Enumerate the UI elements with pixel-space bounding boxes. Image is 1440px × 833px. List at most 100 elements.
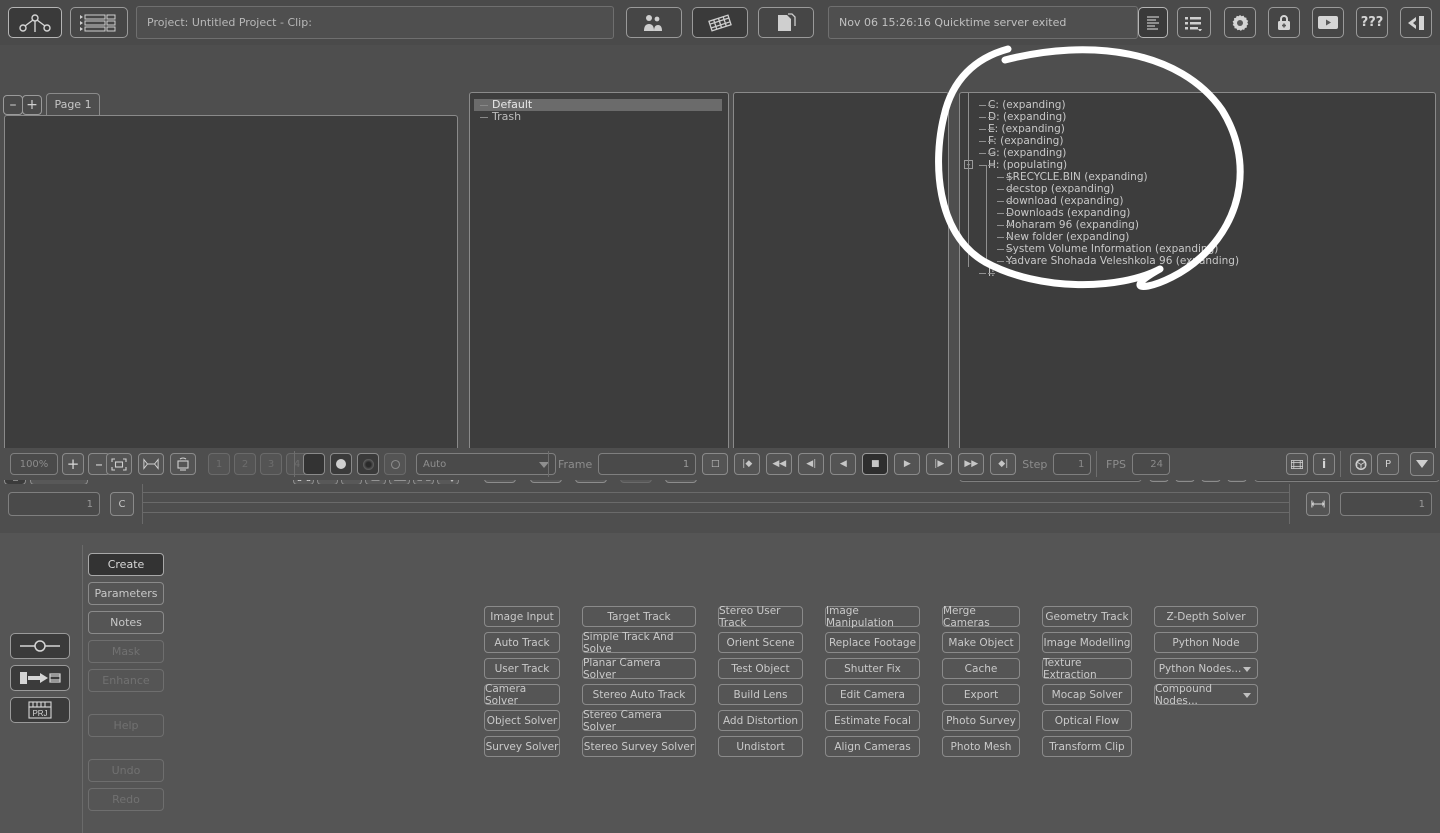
file-tree-row[interactable]: Moharam 96 (expanding) — [980, 219, 1435, 231]
node-button-cache[interactable]: Cache — [942, 658, 1020, 679]
goto-in-button[interactable]: |◆ — [734, 453, 761, 475]
node-button-align-cameras[interactable]: Align Cameras — [825, 736, 920, 757]
node-button-geometry-track[interactable]: Geometry Track — [1042, 606, 1132, 627]
node-button-auto-track[interactable]: Auto Track — [484, 632, 560, 653]
node-button-make-object[interactable]: Make Object — [942, 632, 1020, 653]
film-icon[interactable] — [692, 7, 748, 38]
node-button-python-nodes[interactable]: Python Nodes... — [1154, 658, 1258, 679]
mode-button-notes[interactable]: Notes — [88, 611, 164, 634]
mode-button-create[interactable]: Create — [88, 553, 164, 576]
node-button-shutter-fix[interactable]: Shutter Fix — [825, 658, 920, 679]
fps-input[interactable]: 24 — [1131, 453, 1170, 475]
file-tree-row[interactable]: $RECYCLE.BIN (expanding) — [980, 171, 1435, 183]
help-icon[interactable]: ??? — [1356, 7, 1388, 38]
project-title-field[interactable]: Project: Untitled Project - Clip: — [136, 6, 614, 39]
mode-button-help[interactable]: Help — [88, 714, 164, 737]
frame-input[interactable]: 1 — [598, 453, 697, 475]
swatch-mid-dot[interactable] — [330, 453, 352, 475]
info-icon[interactable]: i — [1313, 453, 1335, 475]
display-frame-button[interactable]: □ — [702, 453, 729, 475]
node-button-export[interactable]: Export — [942, 684, 1020, 705]
node-button-stereo-survey-solver[interactable]: Stereo Survey Solver — [582, 736, 696, 757]
swatch-dark[interactable] — [303, 453, 325, 475]
points-icon[interactable]: P — [1377, 453, 1399, 475]
file-tree-row[interactable]: D: (expanding) — [979, 111, 1435, 123]
node-button-replace-footage[interactable]: Replace Footage — [825, 632, 920, 653]
keyframe-track-icon[interactable] — [10, 633, 70, 659]
zoom-in-button[interactable]: + — [62, 453, 84, 475]
node-button-texture-extraction[interactable]: Texture Extraction — [1042, 657, 1132, 681]
node-button-target-track[interactable]: Target Track — [582, 606, 696, 627]
node-button-mocap-solver[interactable]: Mocap Solver — [1042, 684, 1132, 705]
node-button-edit-camera[interactable]: Edit Camera — [825, 684, 920, 705]
flip-icon[interactable] — [138, 453, 164, 475]
step-input[interactable]: 1 — [1053, 453, 1092, 475]
node-button-stereo-user-track[interactable]: Stereo User Track — [718, 605, 803, 629]
node-button-camera-solver[interactable]: Camera Solver — [484, 683, 560, 707]
timeline-track[interactable] — [142, 484, 1290, 524]
play-backward-button[interactable]: ◀ — [830, 453, 857, 475]
project-icon[interactable]: PRJ — [10, 697, 70, 723]
file-tree-row[interactable]: H: (populating)– — [964, 159, 1435, 171]
cube-icon[interactable] — [1350, 453, 1372, 475]
node-button-build-lens[interactable]: Build Lens — [718, 684, 803, 705]
node-button-image-manipulation[interactable]: Image Manipulation — [825, 605, 920, 629]
copy-file-icon[interactable] — [758, 7, 814, 38]
file-tree-row[interactable]: E: (expanding) — [979, 123, 1435, 135]
play-icon[interactable] — [1312, 7, 1344, 38]
node-button-compound-nodes[interactable]: Compound Nodes... — [1154, 683, 1258, 707]
lock-add-icon[interactable] — [1268, 7, 1300, 38]
node-button-planar-camera-solver[interactable]: Planar Camera Solver — [582, 657, 696, 681]
node-button-undistort[interactable]: Undistort — [718, 736, 803, 757]
node-button-image-modelling[interactable]: Image Modelling — [1042, 632, 1132, 653]
node-button-estimate-focal[interactable]: Estimate Focal — [825, 710, 920, 731]
node-button-object-solver[interactable]: Object Solver — [484, 710, 560, 731]
goto-out-button[interactable]: ◆| — [990, 453, 1017, 475]
node-graph-icon[interactable] — [8, 7, 62, 38]
swatch-blur-dot[interactable] — [357, 453, 379, 475]
node-button-stereo-auto-track[interactable]: Stereo Auto Track — [582, 684, 696, 705]
node-button-test-object[interactable]: Test Object — [718, 658, 803, 679]
node-button-simple-track-and-solve[interactable]: Simple Track And Solve — [582, 631, 696, 655]
timeline-start-input[interactable]: 1 — [8, 492, 100, 516]
stop-button[interactable]: ■ — [862, 453, 889, 475]
node-button-survey-solver[interactable]: Survey Solver — [484, 736, 560, 757]
fast-forward-button[interactable]: ▶▶ — [958, 453, 985, 475]
file-tree-row[interactable]: I: — [979, 267, 1435, 279]
fit-range-icon[interactable] — [1306, 492, 1330, 516]
mode-button-undo[interactable]: Undo — [88, 759, 164, 782]
node-button-stereo-camera-solver[interactable]: Stereo Camera Solver — [582, 709, 696, 733]
node-button-orient-scene[interactable]: Orient Scene — [718, 632, 803, 653]
file-tree-row[interactable]: C: (expanding) — [979, 99, 1435, 111]
channel-button-2[interactable]: 2 — [234, 453, 256, 475]
timeline-curve-button[interactable]: C — [110, 492, 134, 516]
node-button-user-track[interactable]: User Track — [484, 658, 560, 679]
text-lines-icon[interactable] — [1138, 7, 1168, 38]
fit-to-window-icon[interactable] — [106, 453, 132, 475]
filmstrip-icon[interactable] — [1286, 453, 1308, 475]
channel-button-1[interactable]: 1 — [208, 453, 230, 475]
viewer-panel[interactable] — [733, 92, 949, 457]
colorspace-dropdown[interactable]: Auto — [416, 453, 556, 475]
file-tree-row[interactable]: G: (expanding) — [979, 147, 1435, 159]
remove-page-button[interactable]: – — [3, 95, 23, 115]
export-clip-icon[interactable] — [10, 665, 70, 691]
export-icon[interactable] — [1400, 7, 1432, 38]
node-editor-panel[interactable] — [4, 115, 458, 457]
safe-area-icon[interactable] — [170, 453, 196, 475]
fast-rewind-button[interactable]: ◀◀ — [766, 453, 793, 475]
node-button-z-depth-solver[interactable]: Z-Depth Solver — [1154, 606, 1258, 627]
mode-button-mask[interactable]: Mask — [88, 640, 164, 663]
play-forward-button[interactable]: ▶ — [894, 453, 921, 475]
zoom-value-field[interactable]: 100% — [10, 453, 58, 475]
step-forward-button[interactable]: |▶ — [926, 453, 953, 475]
node-button-image-input[interactable]: Image Input — [484, 606, 560, 627]
tab-page-1[interactable]: Page 1 — [46, 93, 100, 115]
file-tree-row[interactable]: New folder (expanding) — [980, 231, 1435, 243]
node-button-photo-mesh[interactable]: Photo Mesh — [942, 736, 1020, 757]
bin-item[interactable]: Trash — [474, 111, 724, 123]
list-dropdown-icon[interactable] — [1177, 7, 1211, 38]
file-tree-row[interactable]: Yadvare Shohada Veleshkola 96 (expanding… — [980, 255, 1435, 267]
timeline-end-input[interactable]: 1 — [1340, 492, 1432, 516]
node-button-merge-cameras[interactable]: Merge Cameras — [942, 605, 1020, 629]
